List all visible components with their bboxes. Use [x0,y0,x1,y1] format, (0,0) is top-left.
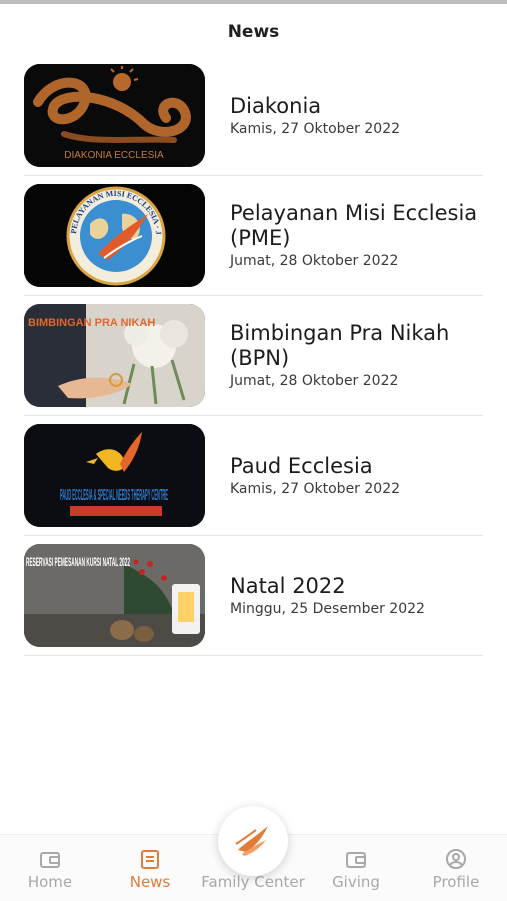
page-title: News [227,22,280,42]
news-date: Kamis, 27 Oktober 2022 [230,480,401,497]
news-thumbnail: BIMBINGAN PRA NIKAH [24,304,205,407]
diakonia-logo-icon: DIAKONIA ECCLESIA [24,64,205,167]
news-title: Pelayanan Misi Ecclesia (PME) [230,201,478,250]
nav-news[interactable]: News [95,835,205,901]
news-thumbnail: DIAKONIA ECCLESIA [24,64,205,167]
news-item-bpn[interactable]: BIMBINGAN PRA NIKAH Bimbingan Pra Nikah … [24,296,483,416]
news-date: Minggu, 25 Desember 2022 [230,600,425,617]
news-thumbnail: PAUD ECCLESIA & SPECIAL NEEDS THERAPY CE… [24,424,205,527]
wedding-photo-icon: BIMBINGAN PRA NIKAH [24,304,205,407]
pme-globe-logo-icon: PELAYANAN MISI ECCLESIA · JAKARTA [24,184,205,287]
thumb-caption: RESERVASI PEMESANAN KURSI NATAL 2022 [26,555,130,569]
news-title: Diakonia [230,93,322,118]
news-item-paud[interactable]: PAUD ECCLESIA & SPECIAL NEEDS THERAPY CE… [24,416,483,536]
news-title: Bimbingan Pra Nikah (BPN) [230,321,450,370]
news-text: Bimbingan Pra Nikah (BPN) Jumat, 28 Okto… [230,296,483,415]
wallet-icon [346,852,366,868]
paud-logo-icon: PAUD ECCLESIA & SPECIAL NEEDS THERAPY CE… [24,424,205,527]
news-item-diakonia[interactable]: DIAKONIA ECCLESIA Diakonia Kamis, 27 Okt… [24,56,483,176]
document-icon [141,850,159,869]
news-text: Diakonia Kamis, 27 Oktober 2022 [230,56,483,175]
news-date: Jumat, 28 Oktober 2022 [230,253,399,269]
news-title: Natal 2022 [230,573,346,598]
status-strip [0,0,507,4]
news-date: Jumat, 28 Oktober 2022 [230,373,399,389]
nav-home[interactable]: Home [0,835,105,901]
news-item-pme[interactable]: PELAYANAN MISI ECCLESIA · JAKARTA Pelaya… [24,176,483,296]
nav-label: Giving [332,873,380,891]
christmas-photo-icon: RESERVASI PEMESANAN KURSI NATAL 2022 [24,544,205,647]
wallet-icon [40,852,60,868]
nav-profile[interactable]: Profile [401,835,507,901]
news-text: Natal 2022 Minggu, 25 Desember 2022 [230,536,483,655]
family-center-button[interactable] [218,806,288,876]
thumb-caption: DIAKONIA ECCLESIA [64,150,164,161]
thumb-caption: PAUD ECCLESIA & SPECIAL NEEDS THERAPY CE… [60,487,168,504]
news-date: Kamis, 27 Oktober 2022 [230,120,401,137]
thumb-caption: BIMBINGAN PRA NIKAH [28,317,155,329]
news-text: Pelayanan Misi Ecclesia (PME) Jumat, 28 … [230,176,483,295]
user-circle-icon [446,849,466,869]
news-title: Paud Ecclesia [230,453,373,478]
news-text: Paud Ecclesia Kamis, 27 Oktober 2022 [230,416,483,535]
news-item-natal[interactable]: RESERVASI PEMESANAN KURSI NATAL 2022 Nat… [24,536,483,656]
news-list: DIAKONIA ECCLESIA Diakonia Kamis, 27 Okt… [24,56,483,656]
nav-label: News [129,873,171,891]
news-thumbnail: PELAYANAN MISI ECCLESIA · JAKARTA [24,184,205,287]
news-thumbnail: RESERVASI PEMESANAN KURSI NATAL 2022 [24,544,205,647]
nav-label: Profile [432,873,480,891]
nav-giving[interactable]: Giving [301,835,411,901]
nav-label: Home [27,873,73,891]
dove-logo-icon [235,826,268,856]
